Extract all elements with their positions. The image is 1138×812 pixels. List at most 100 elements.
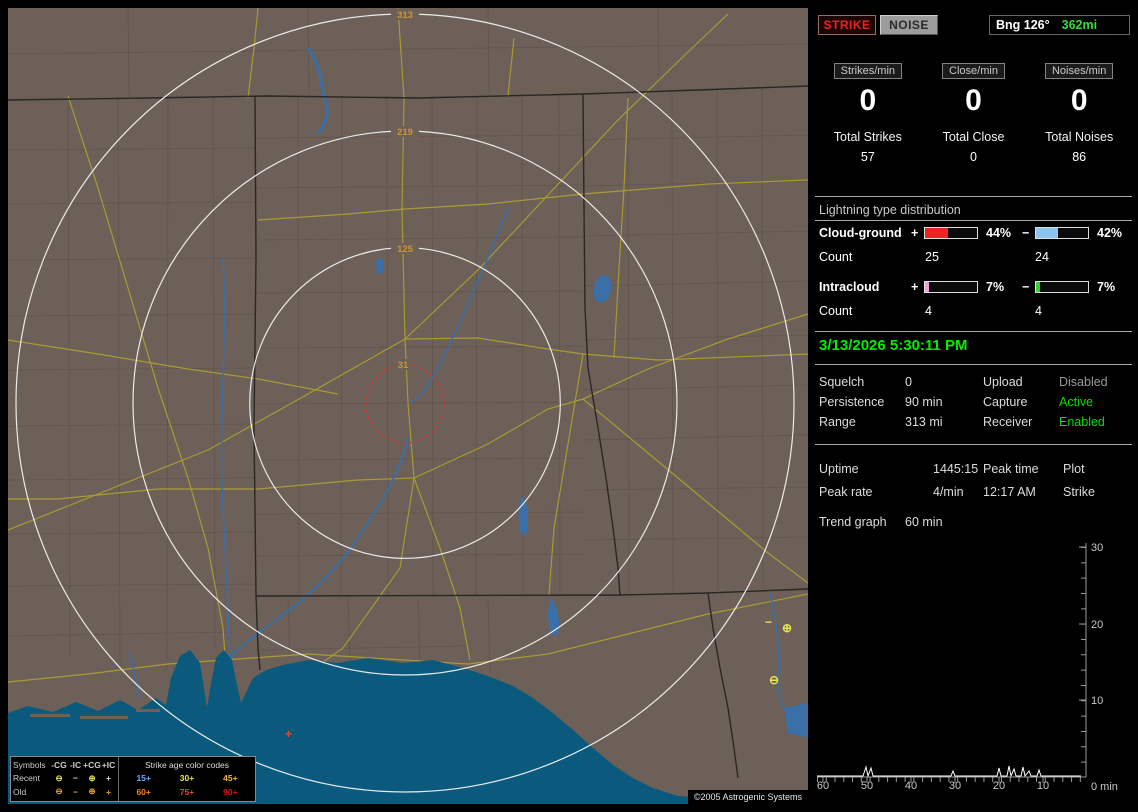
strike-toggle-button[interactable]: STRIKE [818,15,876,35]
total-strikes-value: 57 [860,150,875,164]
stats-row: Uptime 1445:15 Peak time Plot [815,462,1132,476]
y-tick-label: 30 [1091,542,1103,554]
total-strikes-label: Total Strikes [833,130,902,144]
legend-col-header: +IC [101,759,116,770]
receiver-status: Enabled [1059,415,1105,429]
noises-per-min-label: Noises/min [1044,63,1114,79]
capture-label: Capture [983,395,1028,409]
x-tick-label: 20 [993,780,1005,792]
pos-cg-icon: ⊕ [88,772,96,783]
intracloud-label: Intracloud [819,280,880,294]
neg-cg-icon: ⊖ [55,772,63,783]
ic-plus-pct: 7% [986,280,1005,294]
trend-axes [817,543,1087,783]
rate-headers: Strikes/min Close/min Noises/min [815,63,1132,79]
cg-minus-bar-fill [1036,228,1058,238]
x-tick-label: 30 [949,780,961,792]
cloud-ground-row: Cloud-ground + 44% − 42% [815,225,1132,241]
strikes-per-min-value: 0 [859,84,877,117]
plus-sign: + [911,226,919,240]
ic-plus-bar-fill [925,282,929,292]
cg-plus-pct: 44% [986,226,1012,240]
datetime-readout: 3/13/2026 5:30:11 PM [819,337,968,354]
neg-cg-icon: ⊖ [55,786,63,797]
cg-minus-pct: 42% [1097,226,1123,240]
strike-marker: + [285,727,293,741]
noise-toggle-button[interactable]: NOISE [880,15,938,35]
pos-ic-icon: + [106,786,111,797]
settings-row: Range 313 mi Receiver Enabled [815,415,1132,429]
upload-label: Upload [983,375,1023,389]
noises-per-min-value: 0 [1070,84,1088,117]
count-label: Count [819,304,853,318]
range-ring-label: 313 [397,10,413,21]
persistence-label: Persistence [819,395,885,409]
y-tick-label: 20 [1091,619,1103,631]
trend-header-row: Trend graph 60 min [815,515,1132,529]
strike-marker: ⊖ [769,673,780,687]
map-graphics: 313 219 125 31 [8,8,808,804]
uptime-value: 1445:15 [933,462,979,476]
ic-plus-count: 4 [925,304,932,318]
legend-symbols-header: Symbols [13,759,46,770]
pos-ic-icon: + [106,773,111,784]
cloud-ground-count-row: Count 25 24 [815,250,1132,264]
minus-sign: − [1022,280,1030,294]
trend-graph-label: Trend graph [819,515,887,529]
peak-rate-value: 4/min [933,485,964,499]
age-code: 90+ [223,786,238,797]
section-divider [815,364,1132,365]
section-divider [815,444,1132,445]
close-per-min-label: Close/min [942,63,1005,79]
total-values: 57 0 86 [815,150,1132,164]
trend-window-value: 60 min [905,515,943,529]
origin-label: 0 min [1091,781,1118,793]
capture-status: Active [1059,395,1094,409]
bearing-readout: Bng 126° 362mi [989,15,1130,35]
age-code: 60+ [136,786,151,797]
map-legend: Symbols -CG -IC +CG +IC Recent ⊖ − ⊕ + O… [10,756,256,802]
legend-symbols-table: Symbols -CG -IC +CG +IC Recent ⊖ − ⊕ + O… [11,757,118,801]
range-value: 313 mi [905,415,943,429]
legend-row-label: Old [13,786,27,797]
total-labels: Total Strikes Total Close Total Noises [815,130,1132,144]
x-tick-label: 60 [817,780,829,792]
bearing-value: Bng 126° [996,18,1050,32]
cg-plus-bar [924,227,978,239]
minus-sign: − [1022,226,1030,240]
cg-plus-bar-fill [925,228,948,238]
settings-row: Persistence 90 min Capture Active [815,395,1132,409]
peak-time-value: 12:17 AM [983,485,1036,499]
total-noises-label: Total Noises [1045,130,1114,144]
range-ring-label: 219 [397,127,413,138]
legend-col-header: -CG [51,759,67,770]
neg-ic-icon: − [73,786,78,797]
total-noises-value: 86 [1072,150,1087,164]
settings-row: Squelch 0 Upload Disabled [815,375,1132,389]
plot-label: Plot [1063,462,1085,476]
squelch-label: Squelch [819,375,865,389]
pos-cg-icon: ⊕ [88,786,96,797]
close-per-min-value: 0 [965,84,982,117]
app-window: 313 219 125 31 + − ⊕ ⊖ Symbols -CG -IC +… [0,0,1138,812]
cg-minus-count: 24 [1035,250,1049,264]
map-canvas[interactable]: 313 219 125 31 + − ⊕ ⊖ Symbols -CG -IC +… [8,8,808,804]
cloud-ground-label: Cloud-ground [819,226,902,240]
strikes-per-min-label: Strikes/min [833,63,903,79]
ic-minus-bar-fill [1036,282,1040,292]
total-close-value: 0 [970,150,977,164]
plus-sign: + [911,280,919,294]
peak-time-label: Peak time [983,462,1039,476]
strike-marker: − [765,615,773,629]
intracloud-row: Intracloud + 7% − 7% [815,279,1132,295]
legend-row-label: Recent [13,773,40,784]
upload-status: Disabled [1059,375,1108,389]
strike-marker: ⊕ [782,621,793,635]
title-underline [815,220,1132,221]
squelch-value: 0 [905,375,912,389]
count-label: Count [819,250,853,264]
control-panel: STRIKE NOISE Bng 126° 362mi Strikes/min … [815,8,1132,804]
persistence-value: 90 min [905,395,943,409]
ic-minus-bar [1035,281,1089,293]
age-code: 45+ [223,773,238,784]
